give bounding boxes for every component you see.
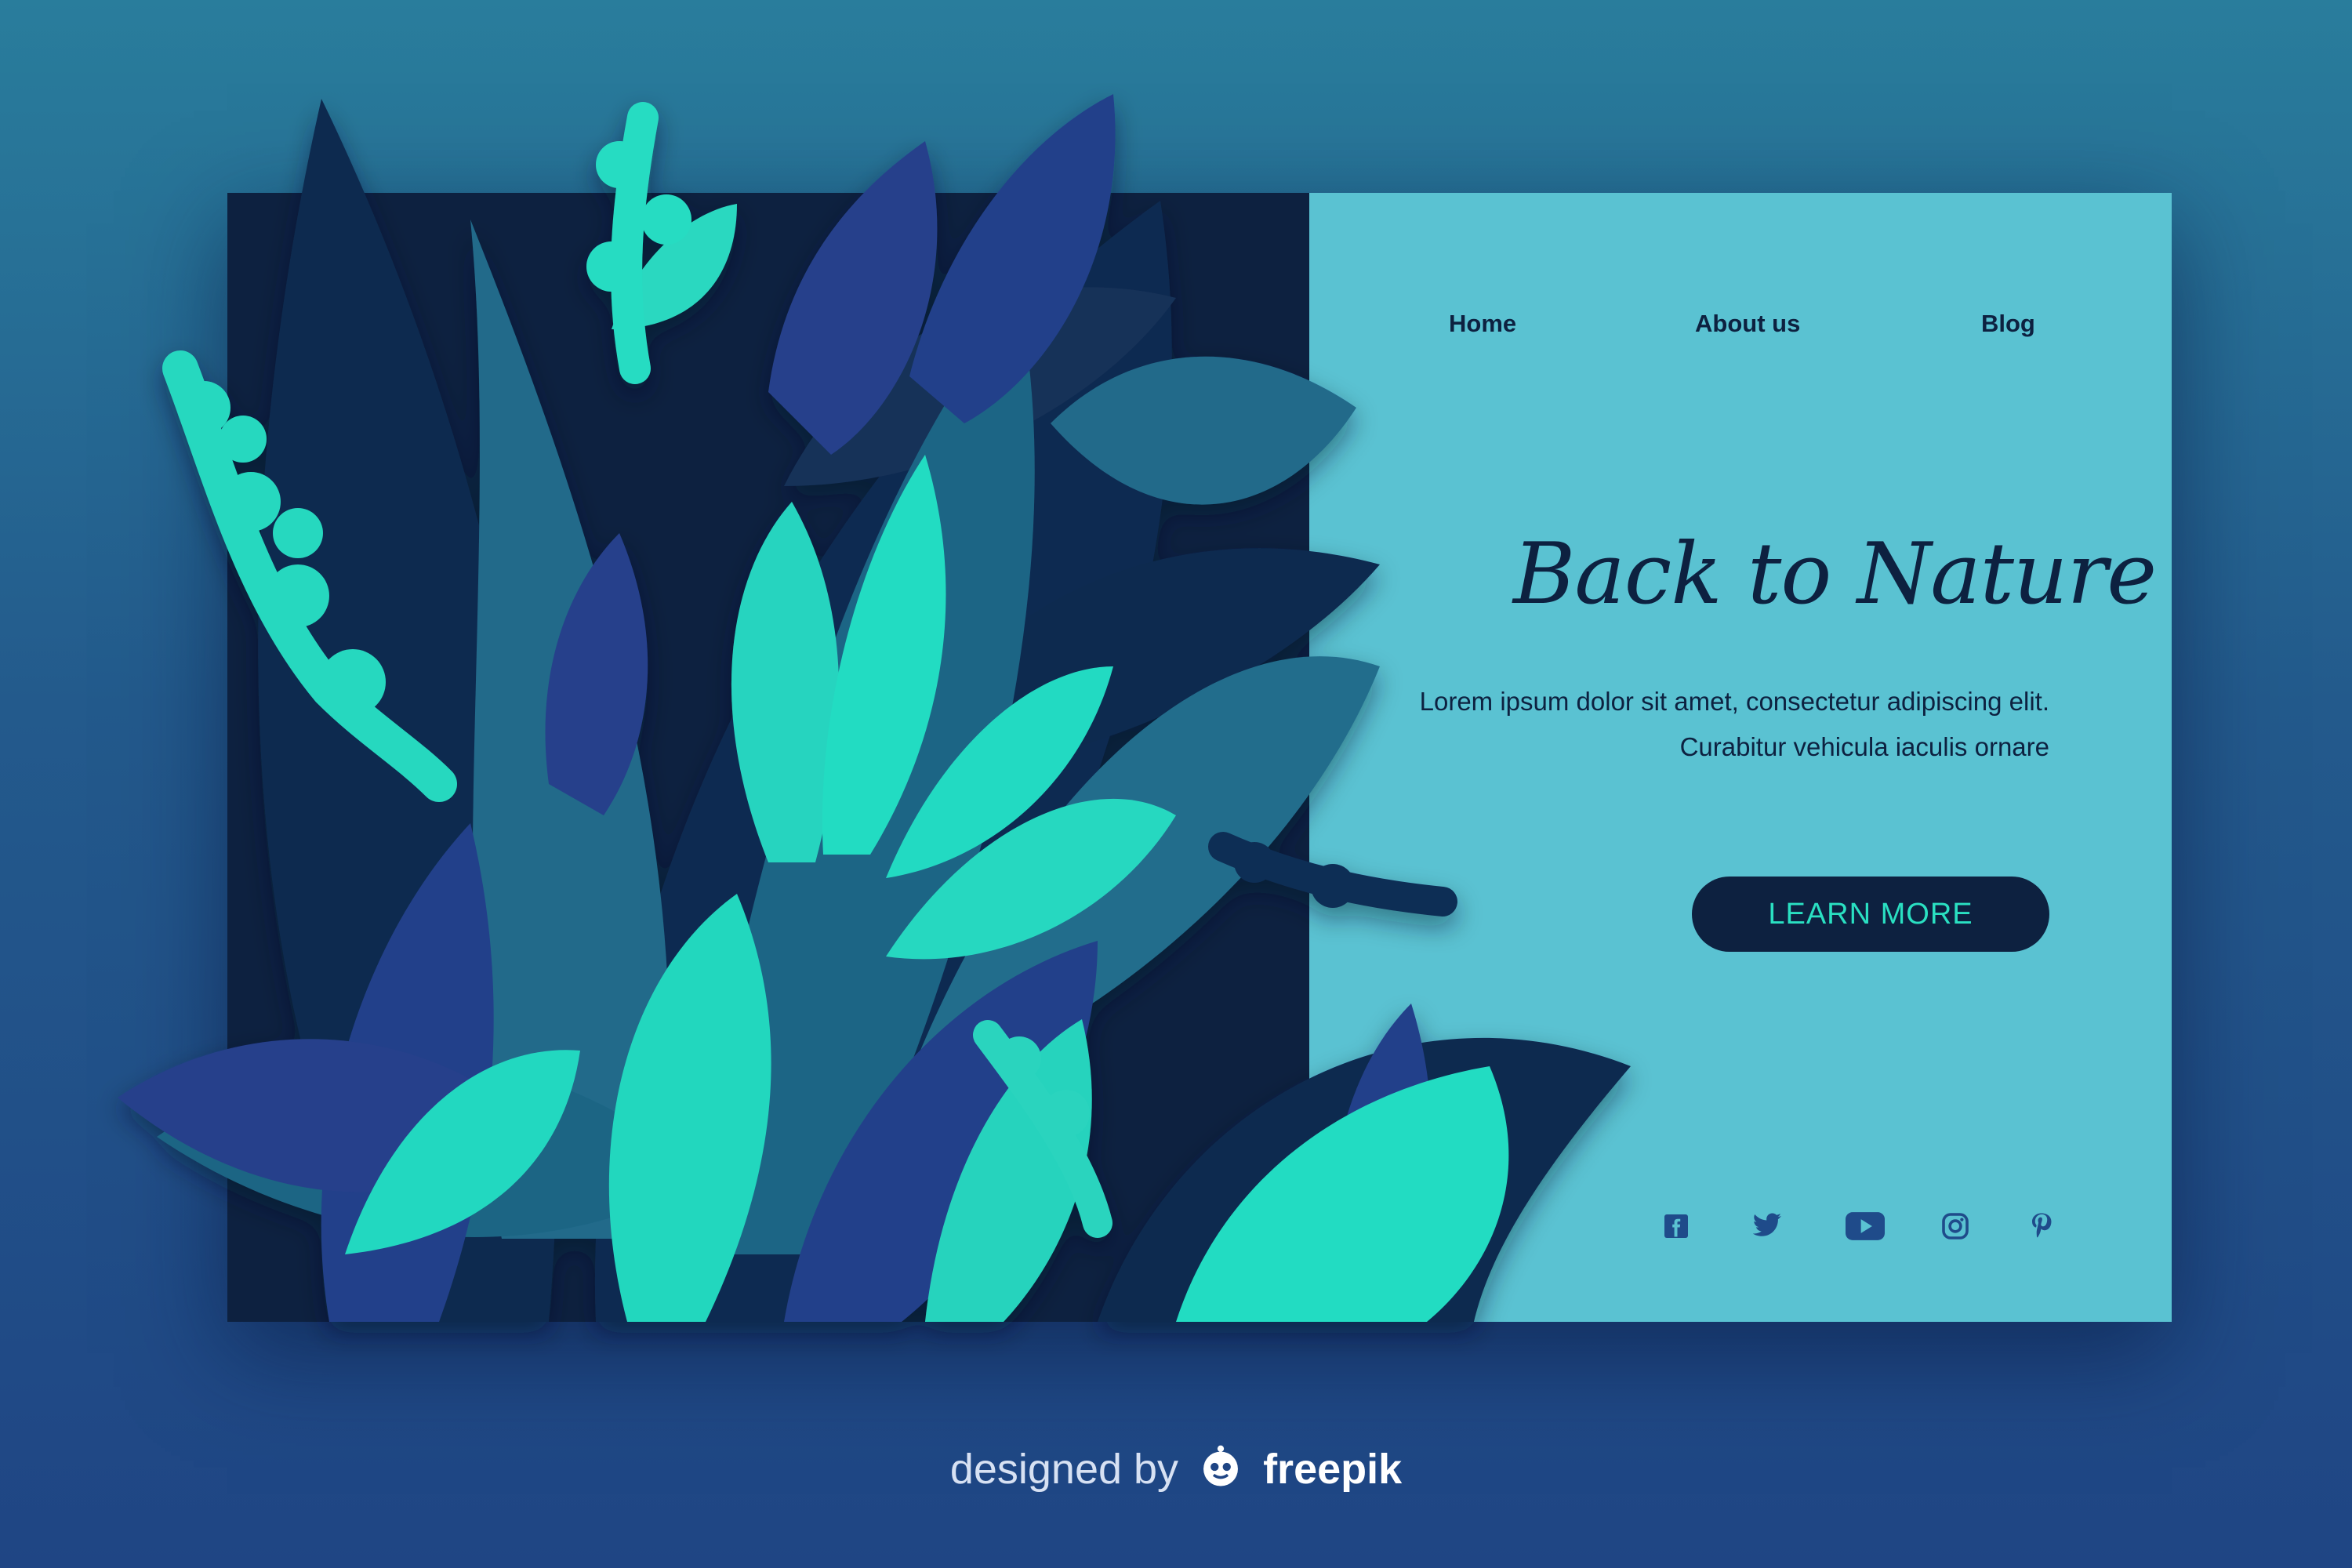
twitter-icon[interactable] (1751, 1210, 1783, 1242)
footer-credit: designed by freepik (0, 1443, 2352, 1501)
nav-home[interactable]: Home (1449, 310, 1516, 338)
instagram-icon[interactable] (1940, 1210, 1971, 1242)
facebook-icon[interactable] (1661, 1210, 1692, 1242)
freepik-logo-icon (1196, 1443, 1245, 1501)
hero-description: Lorem ipsum dolor sit amet, consectetur … (1419, 687, 2049, 761)
youtube-icon[interactable] (1846, 1210, 1885, 1242)
pinterest-icon[interactable] (2026, 1210, 2057, 1242)
foliage-illustration (118, 94, 1631, 1322)
freepik-brand[interactable]: freepik (1263, 1446, 1402, 1493)
hero-title: Back to Nature (1513, 525, 2157, 623)
designed-by-text: designed by (949, 1445, 1179, 1493)
nav-blog[interactable]: Blog (1981, 310, 2035, 338)
learn-more-button[interactable]: LEARN MORE (1692, 877, 2049, 952)
nav-about-us[interactable]: About us (1695, 310, 1800, 338)
